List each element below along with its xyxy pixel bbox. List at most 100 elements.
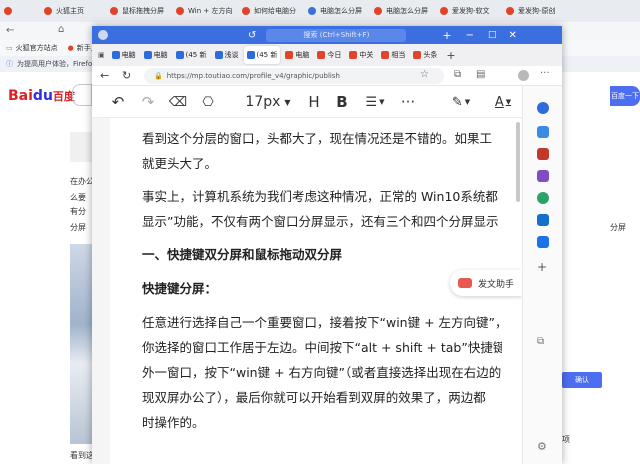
baidu-search-button[interactable]: 百度一下 — [610, 86, 640, 106]
more-button[interactable]: ··· — [394, 86, 422, 118]
article-heading: 快捷键分屏： — [142, 281, 218, 296]
chevron-down-icon: ▼ — [284, 97, 291, 107]
tab-label: 相当 — [391, 51, 406, 59]
minimize-icon[interactable]: − — [466, 30, 474, 41]
eraser-icon[interactable]: ⌫ — [166, 86, 190, 118]
side-text-line: 么要 — [70, 193, 86, 202]
tab-favicon-icon — [242, 7, 250, 15]
side-text-line: 有分 — [70, 207, 86, 216]
back-tab[interactable]: 爱发狗-软文 — [436, 0, 502, 22]
article-paragraph: 现双屏办公了），最后你就可以开始看到双屏的效果了，两边都 — [142, 390, 486, 405]
tab-favicon-icon — [308, 7, 316, 15]
heading-button[interactable]: H — [302, 86, 326, 118]
settings-icon[interactable]: ⚙ — [537, 440, 547, 453]
avatar[interactable] — [518, 70, 529, 81]
games-icon[interactable] — [537, 170, 549, 182]
back-tab[interactable]: 电脑怎么分屏 — [304, 0, 370, 22]
tag-icon[interactable] — [537, 126, 549, 138]
article-paragraph: 时操作的。 — [142, 415, 205, 430]
back-search-box[interactable] — [72, 84, 92, 106]
chevron-down-icon: ▼ — [464, 98, 471, 106]
favorite-icon[interactable]: ☆ — [420, 69, 429, 80]
search-icon[interactable] — [537, 102, 549, 114]
shopping-icon[interactable] — [537, 236, 549, 248]
format-brush-icon[interactable]: ⎔ — [196, 86, 220, 118]
tab-favicon-icon — [381, 51, 390, 59]
more-icon[interactable]: ··· — [540, 68, 550, 79]
close-icon[interactable]: ✕ — [509, 30, 517, 41]
bold-button[interactable]: B — [330, 86, 354, 118]
tab-label: 电脑 — [153, 51, 168, 59]
tab-label: 电脑怎么分屏 — [320, 7, 362, 15]
back-tab[interactable] — [0, 0, 40, 22]
front-tab[interactable]: (45 新 — [243, 46, 281, 64]
fawen-assistant-button[interactable]: 发文助手 — [450, 270, 522, 296]
extensions-icon[interactable]: ⧉ — [454, 69, 461, 80]
front-tab[interactable]: 电脑 — [141, 46, 171, 64]
tab-favicon-icon — [374, 7, 382, 15]
front-tab[interactable]: 中关 — [346, 46, 376, 64]
lock-icon: 🔒 — [154, 72, 163, 80]
front-tab[interactable]: 电脑 — [282, 46, 312, 64]
back-arrow-icon[interactable]: ← — [6, 25, 14, 36]
back-tab[interactable]: 鼠标拖拽分屏 — [106, 0, 172, 22]
tab-label: 中关 — [359, 51, 374, 59]
highlight-icon[interactable]: ✎ ▼ — [446, 86, 476, 118]
refresh-icon[interactable]: ↻ — [122, 69, 131, 82]
redo-icon[interactable]: ↷ — [136, 86, 160, 118]
toolbox-icon[interactable] — [537, 148, 549, 160]
front-tab[interactable]: 浅谈 — [212, 46, 242, 64]
back-tab[interactable]: 电脑怎么分屏 — [370, 0, 436, 22]
tab-favicon-icon — [175, 51, 184, 59]
home-icon[interactable]: ⌂ — [58, 24, 64, 35]
tab-label: 爱发狗-软文 — [452, 7, 490, 15]
url-field[interactable]: 🔒 https://mp.toutiao.com/profile_v4/grap… — [144, 68, 444, 84]
front-tab[interactable]: (45 新 — [173, 46, 210, 64]
confirm-button[interactable]: 确认 — [562, 372, 602, 388]
article-paragraph: 任意进行选择自己一个重要窗口，接着按下“win键 + 左方向键”， — [142, 315, 502, 330]
chevron-down-icon: ▼ — [379, 98, 385, 106]
bookmark-item[interactable]: 火狐官方站点 — [16, 43, 58, 53]
tab-label: 火狐主页 — [56, 7, 84, 15]
outlook-icon[interactable] — [537, 214, 549, 226]
tab-favicon-icon — [111, 51, 120, 59]
editor-toolbar: ↶ ↷ ⌫ ⎔ 17px ▼ H B ☰ ▼ ··· ✎ ▼ A ▼ — [92, 86, 522, 118]
back-tab[interactable]: 爱发狗-原创 — [502, 0, 568, 22]
title-search-box[interactable]: 搜索 (Ctrl+Shift+F) — [266, 28, 407, 42]
back-tab[interactable]: 火狐主页 — [40, 0, 106, 22]
tab-label: 如何给电脑分 — [254, 7, 296, 15]
back-tab[interactable]: Win + 左方向 — [172, 0, 238, 22]
article-paragraph: 显示”功能，不仅有两个窗口分屏显示，还有三个和四个分屏显示 — [142, 214, 499, 229]
new-tab-icon[interactable]: + — [442, 29, 451, 42]
front-tab[interactable]: 相当 — [378, 46, 408, 64]
profile-icon[interactable] — [98, 30, 108, 40]
add-icon[interactable]: + — [537, 260, 547, 274]
tab-label: Win + 左方向 — [188, 7, 233, 15]
fawen-label: 发文助手 — [478, 279, 515, 290]
font-color-icon[interactable]: A ▼ — [488, 86, 518, 118]
front-tab[interactable]: 头条 — [410, 46, 440, 64]
font-size-select[interactable]: 17px ▼ — [240, 86, 296, 118]
tab-label: 电脑怎么分屏 — [386, 7, 428, 15]
right-label: 分屏 — [610, 223, 626, 232]
back-tab[interactable]: 如何给电脑分 — [238, 0, 304, 22]
tab-favicon-icon — [285, 51, 294, 59]
scrollbar[interactable] — [516, 122, 520, 202]
office-icon[interactable] — [537, 192, 549, 204]
firefox-icon: ● — [67, 44, 74, 52]
baidu-logo[interactable]: Baidu百度 — [8, 88, 75, 104]
new-tab-icon[interactable]: + — [446, 49, 455, 62]
front-tab[interactable]: 电脑 — [109, 46, 139, 64]
tab-favicon-icon — [110, 7, 118, 15]
tab-actions-icon[interactable]: ▣ — [98, 51, 105, 59]
history-icon[interactable]: ↺ — [248, 30, 256, 41]
tab-favicon-icon — [349, 51, 358, 59]
back-arrow-icon[interactable]: ← — [100, 69, 109, 82]
collections-icon[interactable]: ▤ — [476, 69, 485, 80]
maximize-icon[interactable]: □ — [488, 30, 497, 40]
edge-sidebar: + ⧉ ⚙ — [522, 86, 562, 464]
list-button[interactable]: ☰ ▼ — [360, 86, 390, 118]
external-icon[interactable]: ⧉ — [537, 336, 544, 347]
front-tab[interactable]: 今日 — [314, 46, 344, 64]
undo-icon[interactable]: ↶ — [106, 86, 130, 118]
